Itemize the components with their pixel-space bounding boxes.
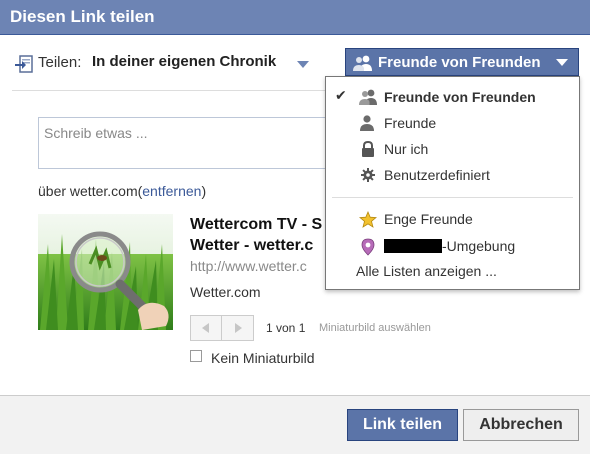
audience-selector-button[interactable]: Freunde von Freunden [345,48,579,76]
menu-item-friends[interactable]: Freunde [326,110,579,136]
no-thumbnail-label[interactable]: Kein Miniaturbild [211,350,315,366]
share-target-select[interactable]: In deiner eigenen Chronik [92,53,276,70]
dialog-header: Diesen Link teilen [0,0,590,35]
menu-item-label: Nur ich [384,141,429,157]
gear-icon [359,167,377,183]
source-suffix: ) [201,183,207,199]
star-icon [358,210,378,228]
menu-item-friends-of-friends[interactable]: ✔ Freunde von Freunden [326,84,579,110]
menu-item-label: Enge Freunde [384,211,473,227]
source-prefix: über wetter.com( [38,183,143,199]
previous-thumbnail-button[interactable] [191,316,222,340]
menu-item-location[interactable]: -Umgebung [326,233,579,259]
cancel-button[interactable]: Abbrechen [463,409,579,441]
redacted-block [384,239,442,253]
audience-dropdown-menu: ✔ Freunde von Freunden Freunde Nur ich B… [325,76,580,290]
menu-item-only-me[interactable]: Nur ich [326,136,579,162]
status-textarea[interactable]: Schreib etwas ... [38,117,338,169]
magnifying-glass-grass-image [38,214,173,330]
choose-thumbnail-label: Miniaturbild auswählen [319,322,431,334]
friends-icon [359,89,377,105]
menu-item-label: Freunde von Freunden [384,89,536,105]
menu-separator [332,197,573,198]
share-link-button[interactable]: Link teilen [347,409,458,441]
dialog-footer: Link teilen Abbrechen [0,395,590,454]
divider [12,90,330,91]
audience-selected-label: Freunde von Freunden [378,54,541,71]
link-source: über wetter.com(entfernen) [38,183,206,199]
dialog-title: Diesen Link teilen [10,7,155,26]
remove-link[interactable]: entfernen [142,183,201,199]
menu-item-label: Freunde [384,115,437,131]
friends-icon [352,55,374,71]
status-placeholder: Schreib etwas ... [44,125,148,141]
menu-item-show-all-lists[interactable]: Alle Listen anzeigen ... [356,263,497,279]
link-title[interactable]: Wettercom TV - S Wetter - wetter.c [190,214,330,256]
chevron-down-icon[interactable] [297,61,309,68]
arrow-left-icon [202,323,209,333]
checkmark-icon: ✔ [335,87,347,103]
menu-item-label: Benutzerdefiniert [384,167,490,183]
next-thumbnail-button[interactable] [223,316,254,340]
lock-icon [359,140,377,157]
link-title-line: Wettercom TV - S [190,216,323,233]
location-pin-icon [359,238,377,256]
thumbnail-pager [190,315,254,341]
no-thumbnail-checkbox[interactable] [190,350,202,362]
menu-item-custom[interactable]: Benutzerdefiniert [326,162,579,188]
link-description[interactable]: Wetter.com [190,284,261,300]
link-url: http://www.wetter.c [190,258,307,274]
menu-item-close-friends[interactable]: Enge Freunde [326,206,579,232]
link-thumbnail[interactable] [38,214,173,330]
menu-item-label: -Umgebung [384,238,515,254]
arrow-right-icon [235,323,242,333]
share-arrow-icon [14,55,34,73]
menu-item-label-text: -Umgebung [442,238,516,254]
friend-icon [359,115,377,131]
share-label: Teilen: [38,54,82,71]
thumbnail-page-count: 1 von 1 [266,321,306,335]
link-title-line: Wetter - wetter.c [190,237,314,254]
chevron-down-icon [556,59,568,66]
